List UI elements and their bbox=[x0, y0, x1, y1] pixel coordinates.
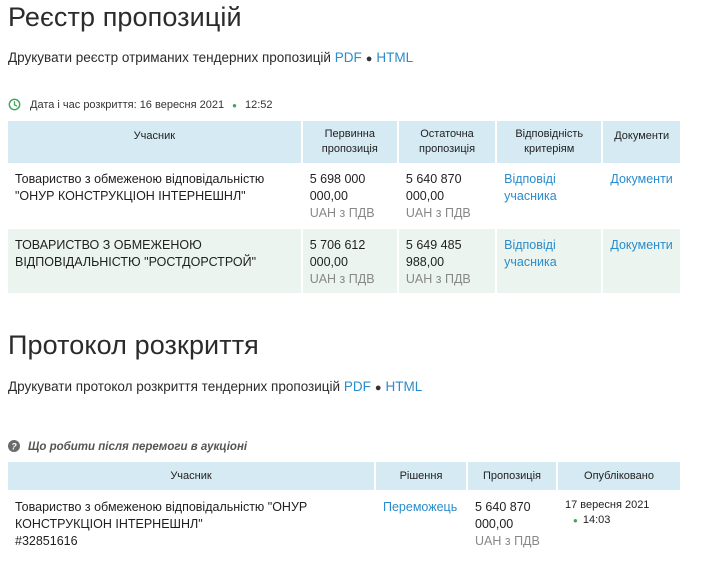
protocol-pdf-link[interactable]: PDF bbox=[344, 379, 371, 394]
initial-offer-cell: 5 706 612 000,00 UAH з ПДВ bbox=[302, 229, 397, 293]
col-final-offer: Остаточна пропозиція bbox=[398, 121, 496, 163]
question-circle-icon: ? bbox=[8, 440, 21, 453]
separator-dot: ● bbox=[374, 382, 382, 394]
participant-name: Товариство з обмеженою відповідальністю … bbox=[15, 500, 308, 531]
registry-html-link[interactable]: HTML bbox=[376, 50, 413, 65]
currency: UAH з ПДВ bbox=[475, 534, 540, 548]
bullet-dot: ● bbox=[573, 516, 578, 525]
svg-text:?: ? bbox=[11, 441, 17, 451]
participant-code: #32851616 bbox=[15, 534, 78, 548]
currency: UAH з ПДВ bbox=[309, 206, 375, 220]
registry-print-text: Друкувати реєстр отриманих тендерних про… bbox=[8, 50, 331, 65]
table-row: Товариство з обмеженою відповідальністю … bbox=[8, 163, 680, 229]
protocol-title: Протокол розкриття bbox=[8, 330, 259, 360]
protocol-print-line: Друкувати протокол розкриття тендерних п… bbox=[8, 379, 422, 394]
opening-datetime: Дата і час розкриття: 16 вересня 2021 ● … bbox=[8, 98, 273, 112]
amount: 5 706 612 000,00 bbox=[309, 238, 366, 269]
table-row: Товариство з обмеженою відповідальністю … bbox=[8, 490, 680, 550]
participant-name: ТОВАРИСТВО З ОБМЕЖЕНОЮ ВІДПОВІДАЛЬНІСТЮ … bbox=[8, 229, 301, 293]
final-offer-cell: 5 649 485 988,00 UAH з ПДВ bbox=[398, 229, 496, 293]
participant-answers-link[interactable]: Відповіді учасника bbox=[504, 238, 557, 269]
protocol-table: Учасник Рішення Пропозиція Опубліковано … bbox=[6, 462, 682, 550]
col-decision: Рішення bbox=[376, 462, 466, 490]
help-link[interactable]: ? Що робити після перемоги в аукціоні bbox=[8, 440, 247, 453]
initial-offer-cell: 5 698 000 000,00 UAH з ПДВ bbox=[302, 163, 397, 229]
clock-icon bbox=[8, 98, 22, 112]
published-date: 17 вересня 2021 bbox=[565, 499, 650, 511]
participant-answers-link[interactable]: Відповіді учасника bbox=[504, 172, 557, 203]
winner-decision-link[interactable]: Переможець bbox=[383, 500, 457, 514]
separator-dot: ● bbox=[365, 53, 373, 65]
currency: UAH з ПДВ bbox=[309, 272, 375, 286]
offer-cell: 5 640 870 000,00 UAH з ПДВ bbox=[468, 490, 556, 550]
col-initial-offer: Первинна пропозиція bbox=[302, 121, 397, 163]
registry-title: Реєстр пропозицій bbox=[8, 2, 242, 32]
protocol-html-link[interactable]: HTML bbox=[385, 379, 422, 394]
table-row: ТОВАРИСТВО З ОБМЕЖЕНОЮ ВІДПОВІДАЛЬНІСТЮ … bbox=[8, 229, 680, 293]
col-offer: Пропозиція bbox=[468, 462, 556, 490]
col-criteria: Відповідність критеріям bbox=[497, 121, 602, 163]
col-documents: Документи bbox=[603, 121, 680, 163]
currency: UAH з ПДВ bbox=[405, 206, 471, 220]
amount: 5 649 485 988,00 bbox=[405, 238, 462, 269]
participant-name: Товариство з обмеженою відповідальністю … bbox=[8, 163, 301, 229]
col-published: Опубліковано bbox=[558, 462, 680, 490]
documents-link[interactable]: Документи bbox=[610, 238, 672, 252]
protocol-print-text: Друкувати протокол розкриття тендерних п… bbox=[8, 379, 341, 394]
amount: 5 640 870 000,00 bbox=[475, 500, 531, 531]
published-cell: 17 вересня 2021 ● 14:03 bbox=[558, 490, 680, 550]
bullet-dot: ● bbox=[232, 100, 237, 110]
currency: UAH з ПДВ bbox=[405, 272, 471, 286]
documents-link[interactable]: Документи bbox=[610, 172, 672, 186]
amount: 5 698 000 000,00 bbox=[309, 172, 366, 203]
opening-time: 12:52 bbox=[244, 99, 273, 111]
registry-print-line: Друкувати реєстр отриманих тендерних про… bbox=[8, 50, 413, 65]
final-offer-cell: 5 640 870 000,00 UAH з ПДВ bbox=[398, 163, 496, 229]
opening-date-label: Дата і час розкриття: 16 вересня 2021 bbox=[30, 99, 225, 111]
col-participant: Учасник bbox=[8, 462, 374, 490]
help-text: Що робити після перемоги в аукціоні bbox=[28, 440, 248, 453]
registry-table: Учасник Первинна пропозиція Остаточна пр… bbox=[6, 121, 682, 293]
registry-pdf-link[interactable]: PDF bbox=[335, 50, 362, 65]
amount: 5 640 870 000,00 bbox=[405, 172, 462, 203]
published-time: 14:03 bbox=[582, 514, 611, 526]
col-participant: Учасник bbox=[8, 121, 301, 163]
participant-cell: Товариство з обмеженою відповідальністю … bbox=[8, 490, 374, 550]
